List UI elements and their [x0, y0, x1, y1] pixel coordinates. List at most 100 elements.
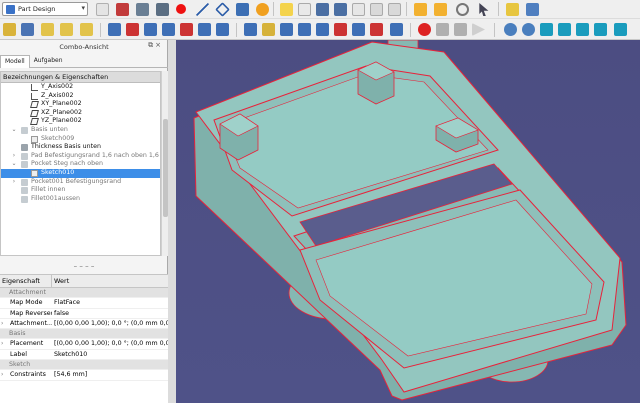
plane-icon[interactable]: [236, 3, 249, 16]
rhombus-icon[interactable]: [215, 2, 230, 17]
property-value[interactable]: [(0,00 0,00 1,00); 0,0 °; (0,0 mm 0,0 mm…: [52, 339, 168, 348]
toolbar-top: Part Design ▾: [0, 0, 640, 19]
tree-item[interactable]: › Pocket001 Befestigungsrand: [1, 178, 160, 187]
tree-item[interactable]: YZ_Plane002: [1, 117, 160, 126]
tree-item[interactable]: Y_Axis002: [1, 83, 160, 92]
boolean-icon[interactable]: [418, 23, 431, 36]
tree-item[interactable]: Fillet001aussen: [1, 195, 160, 204]
loft-icon[interactable]: [280, 23, 293, 36]
shape-binder-icon[interactable]: [198, 23, 211, 36]
line-datum-icon[interactable]: [144, 23, 157, 36]
property-value[interactable]: Sketch010: [52, 350, 168, 359]
export-icon[interactable]: [316, 3, 329, 16]
tab-tasks[interactable]: Aufgaben: [30, 55, 67, 68]
page-icon[interactable]: [298, 3, 311, 16]
tree-item[interactable]: › Pad Befestigungsrand 1,6 nach oben 1,6 …: [1, 152, 160, 161]
chevron-right-icon[interactable]: ›: [1, 319, 3, 329]
property-value[interactable]: FlatFace: [52, 298, 168, 307]
chevron-down-icon[interactable]: ⌄: [11, 160, 17, 169]
view-iso-icon[interactable]: [540, 23, 553, 36]
box-icon[interactable]: [526, 3, 539, 16]
property-row[interactable]: › Placement [(0,00 0,00 1,00); 0,0 °; (0,0…: [0, 339, 168, 350]
tree-item-label: Basis unten: [31, 125, 68, 133]
property-group: Attachment: [0, 288, 168, 299]
chevron-down-icon[interactable]: ⌄: [11, 126, 17, 135]
subtract-icon[interactable]: [370, 23, 383, 36]
tree-item[interactable]: Sketch010: [1, 168, 160, 178]
toolbar-partdesign: [0, 19, 640, 40]
tree-scrollbar[interactable]: [161, 71, 168, 256]
tree-item[interactable]: Z_Axis002: [1, 92, 160, 101]
view-cube-icon[interactable]: [614, 23, 627, 36]
tree-item[interactable]: Sketch009: [1, 135, 160, 144]
view-front-icon[interactable]: [558, 23, 571, 36]
clone-icon[interactable]: [216, 23, 229, 36]
import-icon[interactable]: [334, 3, 347, 16]
new-file-icon[interactable]: [96, 3, 109, 16]
chevron-right-icon[interactable]: ›: [1, 339, 3, 349]
save-icon[interactable]: [136, 3, 149, 16]
chevron-right-icon[interactable]: ›: [11, 152, 17, 161]
play-icon[interactable]: [472, 23, 485, 36]
pad-icon[interactable]: [244, 23, 257, 36]
pipe-icon[interactable]: [298, 23, 311, 36]
tree-item[interactable]: ⌄ Basis unten: [1, 126, 160, 135]
property-row[interactable]: › Attachment... [(0,00 0,00 1,00); 0,0 °; …: [0, 319, 168, 330]
chevron-right-icon[interactable]: ›: [1, 370, 3, 380]
panel-dock-buttons[interactable]: ⧉×: [148, 41, 163, 50]
open-icon[interactable]: [280, 3, 293, 16]
gear-icon[interactable]: [256, 3, 269, 16]
tree-item-label: XY_Plane002: [41, 100, 82, 108]
refresh-icon[interactable]: [456, 3, 469, 16]
view-top-icon[interactable]: [576, 23, 589, 36]
revolution-icon[interactable]: [262, 23, 275, 36]
property-row[interactable]: Label Sketch010: [0, 350, 168, 361]
property-row[interactable]: Map Reversed false: [0, 309, 168, 319]
macro-icon[interactable]: [116, 3, 129, 16]
property-value[interactable]: [(0,00 0,00 1,00); 0,0 °; (0,0 mm 0,0 mm…: [52, 319, 168, 328]
tab-model[interactable]: Modell: [0, 55, 30, 68]
line-icon[interactable]: [196, 3, 209, 16]
cut-icon[interactable]: [352, 3, 365, 16]
part-icon[interactable]: [21, 23, 34, 36]
print-icon[interactable]: [156, 3, 169, 16]
body-icon[interactable]: [3, 23, 16, 36]
property-row[interactable]: Map Mode FlatFace: [0, 298, 168, 309]
cs-icon[interactable]: [180, 23, 193, 36]
plane-datum-icon[interactable]: [162, 23, 175, 36]
tree-item[interactable]: ⌄ Pocket Steg nach oben: [1, 160, 160, 169]
hole-icon[interactable]: [334, 23, 347, 36]
point-icon[interactable]: [126, 23, 139, 36]
validate-sketch-icon[interactable]: [80, 23, 93, 36]
groove-icon[interactable]: [352, 23, 365, 36]
mirror-icon[interactable]: [436, 23, 449, 36]
3d-view[interactable]: [176, 40, 640, 403]
pointer-icon[interactable]: [479, 3, 489, 16]
tree-item[interactable]: Fillet innen: [1, 186, 160, 195]
property-row[interactable]: › Constraints [54,6 mm]: [0, 370, 168, 381]
paste-icon[interactable]: [388, 3, 401, 16]
datum-icon[interactable]: [108, 23, 121, 36]
zoom-icon[interactable]: [522, 23, 535, 36]
chevron-right-icon[interactable]: ›: [11, 178, 17, 187]
property-value[interactable]: [54,6 mm]: [52, 370, 168, 379]
sketch-attach-icon[interactable]: [60, 23, 73, 36]
record-icon[interactable]: [176, 4, 186, 14]
folder-icon[interactable]: [506, 3, 519, 16]
tree-item[interactable]: XZ_Plane002: [1, 109, 160, 118]
redo-icon[interactable]: [434, 3, 447, 16]
sketch-icon[interactable]: [41, 23, 54, 36]
tree-item[interactable]: XY_Plane002: [1, 100, 160, 109]
property-value[interactable]: false: [52, 309, 168, 318]
pattern-icon[interactable]: [454, 23, 467, 36]
fillet-icon[interactable]: [390, 23, 403, 36]
tree-item[interactable]: Thickness Basis unten: [1, 143, 160, 152]
undo-icon[interactable]: [414, 3, 427, 16]
zoom-fit-icon[interactable]: [504, 23, 517, 36]
combo-view: Combo-Ansicht ⧉× Modell Aufgaben Bezeich…: [0, 40, 168, 403]
view-right-icon[interactable]: [594, 23, 607, 36]
copy-icon[interactable]: [370, 3, 383, 16]
pocket-icon[interactable]: [316, 23, 329, 36]
panel-splitter[interactable]: – – – –: [0, 263, 168, 270]
workbench-selector[interactable]: Part Design ▾: [2, 2, 88, 16]
